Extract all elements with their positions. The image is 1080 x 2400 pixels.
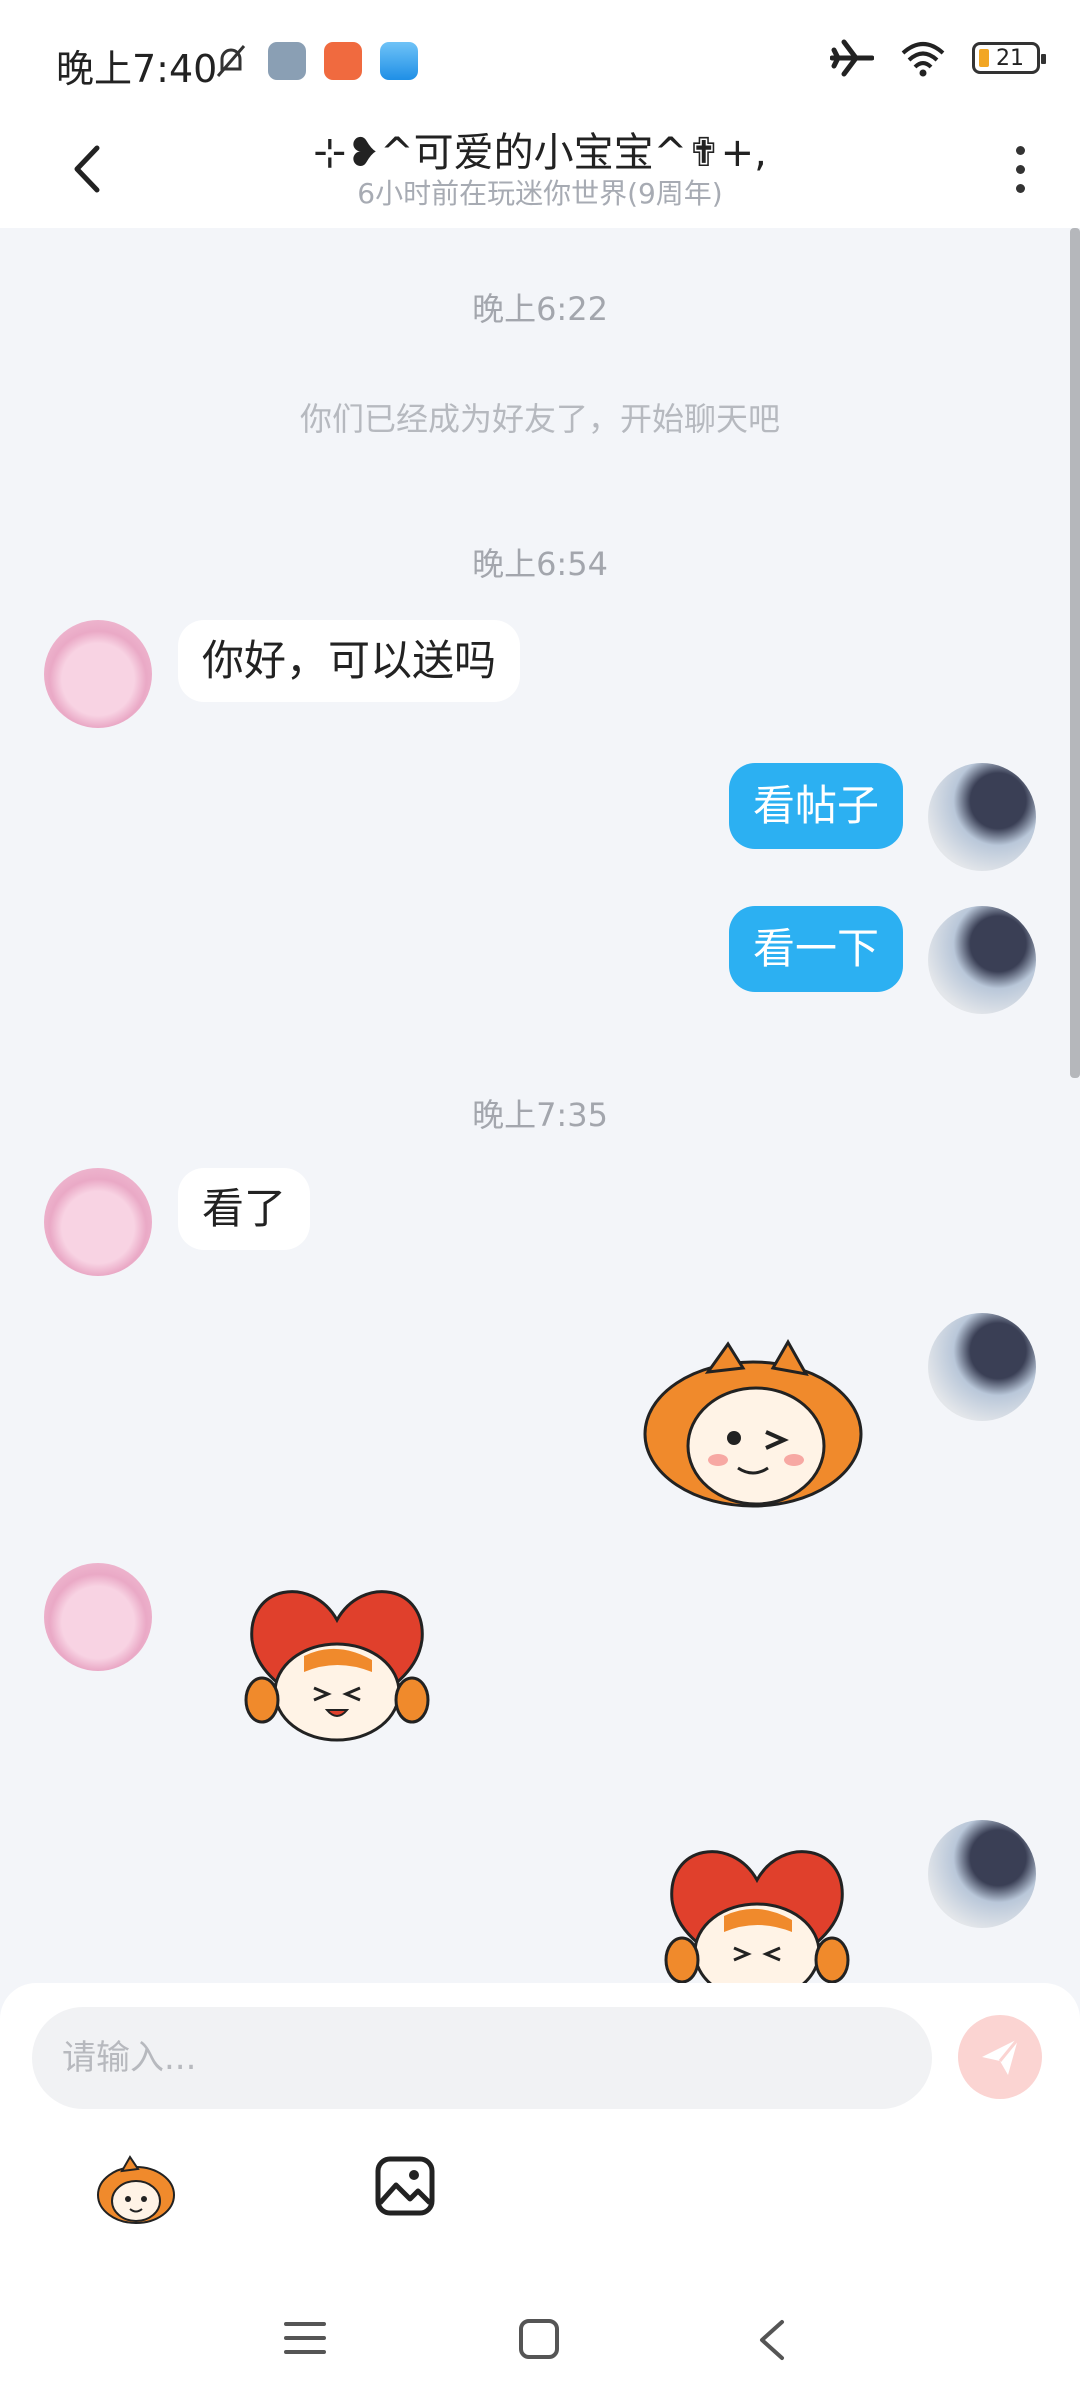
chat-header: ⊹❥^可爱的小宝宝^✟+, 6小时前在玩迷你世界(9周年) — [0, 120, 1080, 228]
app-icon-blue — [380, 42, 418, 80]
my-avatar[interactable] — [928, 1820, 1036, 1928]
home-nav-icon[interactable] — [518, 2318, 560, 2360]
message-composer — [0, 1983, 1080, 2400]
timestamp: 晚上7:35 — [472, 1096, 608, 1134]
app-icon-orange — [324, 42, 362, 80]
my-avatar[interactable] — [928, 763, 1036, 871]
message-list[interactable]: 晚上6:22 你们已经成为好友了，开始聊天吧 晚上6:54 你好，可以送吗 看帖… — [0, 228, 1080, 1983]
incoming-message-bubble[interactable]: 你好，可以送吗 — [178, 620, 521, 702]
app-icon-steering — [268, 42, 306, 80]
send-button[interactable] — [958, 2015, 1042, 2099]
contact-avatar[interactable] — [44, 1563, 152, 1671]
timestamp: 晚上6:54 — [472, 545, 608, 583]
battery-icon: 21 — [972, 42, 1046, 74]
send-paper-plane-icon — [982, 2038, 1020, 2075]
scrollbar[interactable] — [1070, 228, 1080, 1078]
mute-bell-icon — [216, 45, 246, 77]
wink-mascot-sticker[interactable] — [638, 1336, 868, 1516]
status-notification-icons — [212, 42, 418, 80]
more-options-button[interactable] — [1000, 134, 1040, 204]
image-icon[interactable] — [374, 2155, 436, 2217]
heart-mascot-sticker[interactable] — [652, 1840, 862, 1983]
system-message: 你们已经成为好友了，开始聊天吧 — [299, 400, 780, 438]
back-nav-icon[interactable] — [756, 2318, 786, 2362]
contact-name[interactable]: ⊹❥^可爱的小宝宝^✟+, — [0, 120, 1080, 178]
contact-avatar[interactable] — [44, 620, 152, 728]
contact-status: 6小时前在玩迷你世界(9周年) — [357, 177, 723, 210]
status-system-icons: 21 — [830, 38, 1046, 78]
incoming-message-bubble[interactable]: 看了 — [178, 1168, 311, 1250]
emoji-sticker-icon[interactable] — [94, 2153, 178, 2227]
battery-level: 21 — [996, 45, 1024, 71]
timestamp: 晚上6:22 — [472, 290, 608, 328]
my-avatar[interactable] — [928, 906, 1036, 1014]
outgoing-message-bubble[interactable]: 看帖子 — [728, 763, 903, 849]
more-dot-icon — [1015, 145, 1025, 155]
more-dot-icon — [1015, 183, 1025, 193]
system-navigation-bar — [0, 2280, 1080, 2400]
more-dot-icon — [1015, 164, 1025, 174]
outgoing-message-bubble[interactable]: 看一下 — [728, 906, 903, 992]
contact-avatar[interactable] — [44, 1168, 152, 1276]
status-time: 晚上7:40 — [56, 47, 218, 91]
my-avatar[interactable] — [928, 1313, 1036, 1421]
menu-nav-icon[interactable] — [284, 2320, 326, 2356]
message-input[interactable] — [32, 2007, 932, 2109]
status-bar: 晚上7:40 21 — [0, 0, 1080, 120]
heart-mascot-sticker[interactable] — [232, 1580, 442, 1755]
airplane-icon — [830, 39, 874, 77]
wifi-icon — [901, 42, 945, 77]
